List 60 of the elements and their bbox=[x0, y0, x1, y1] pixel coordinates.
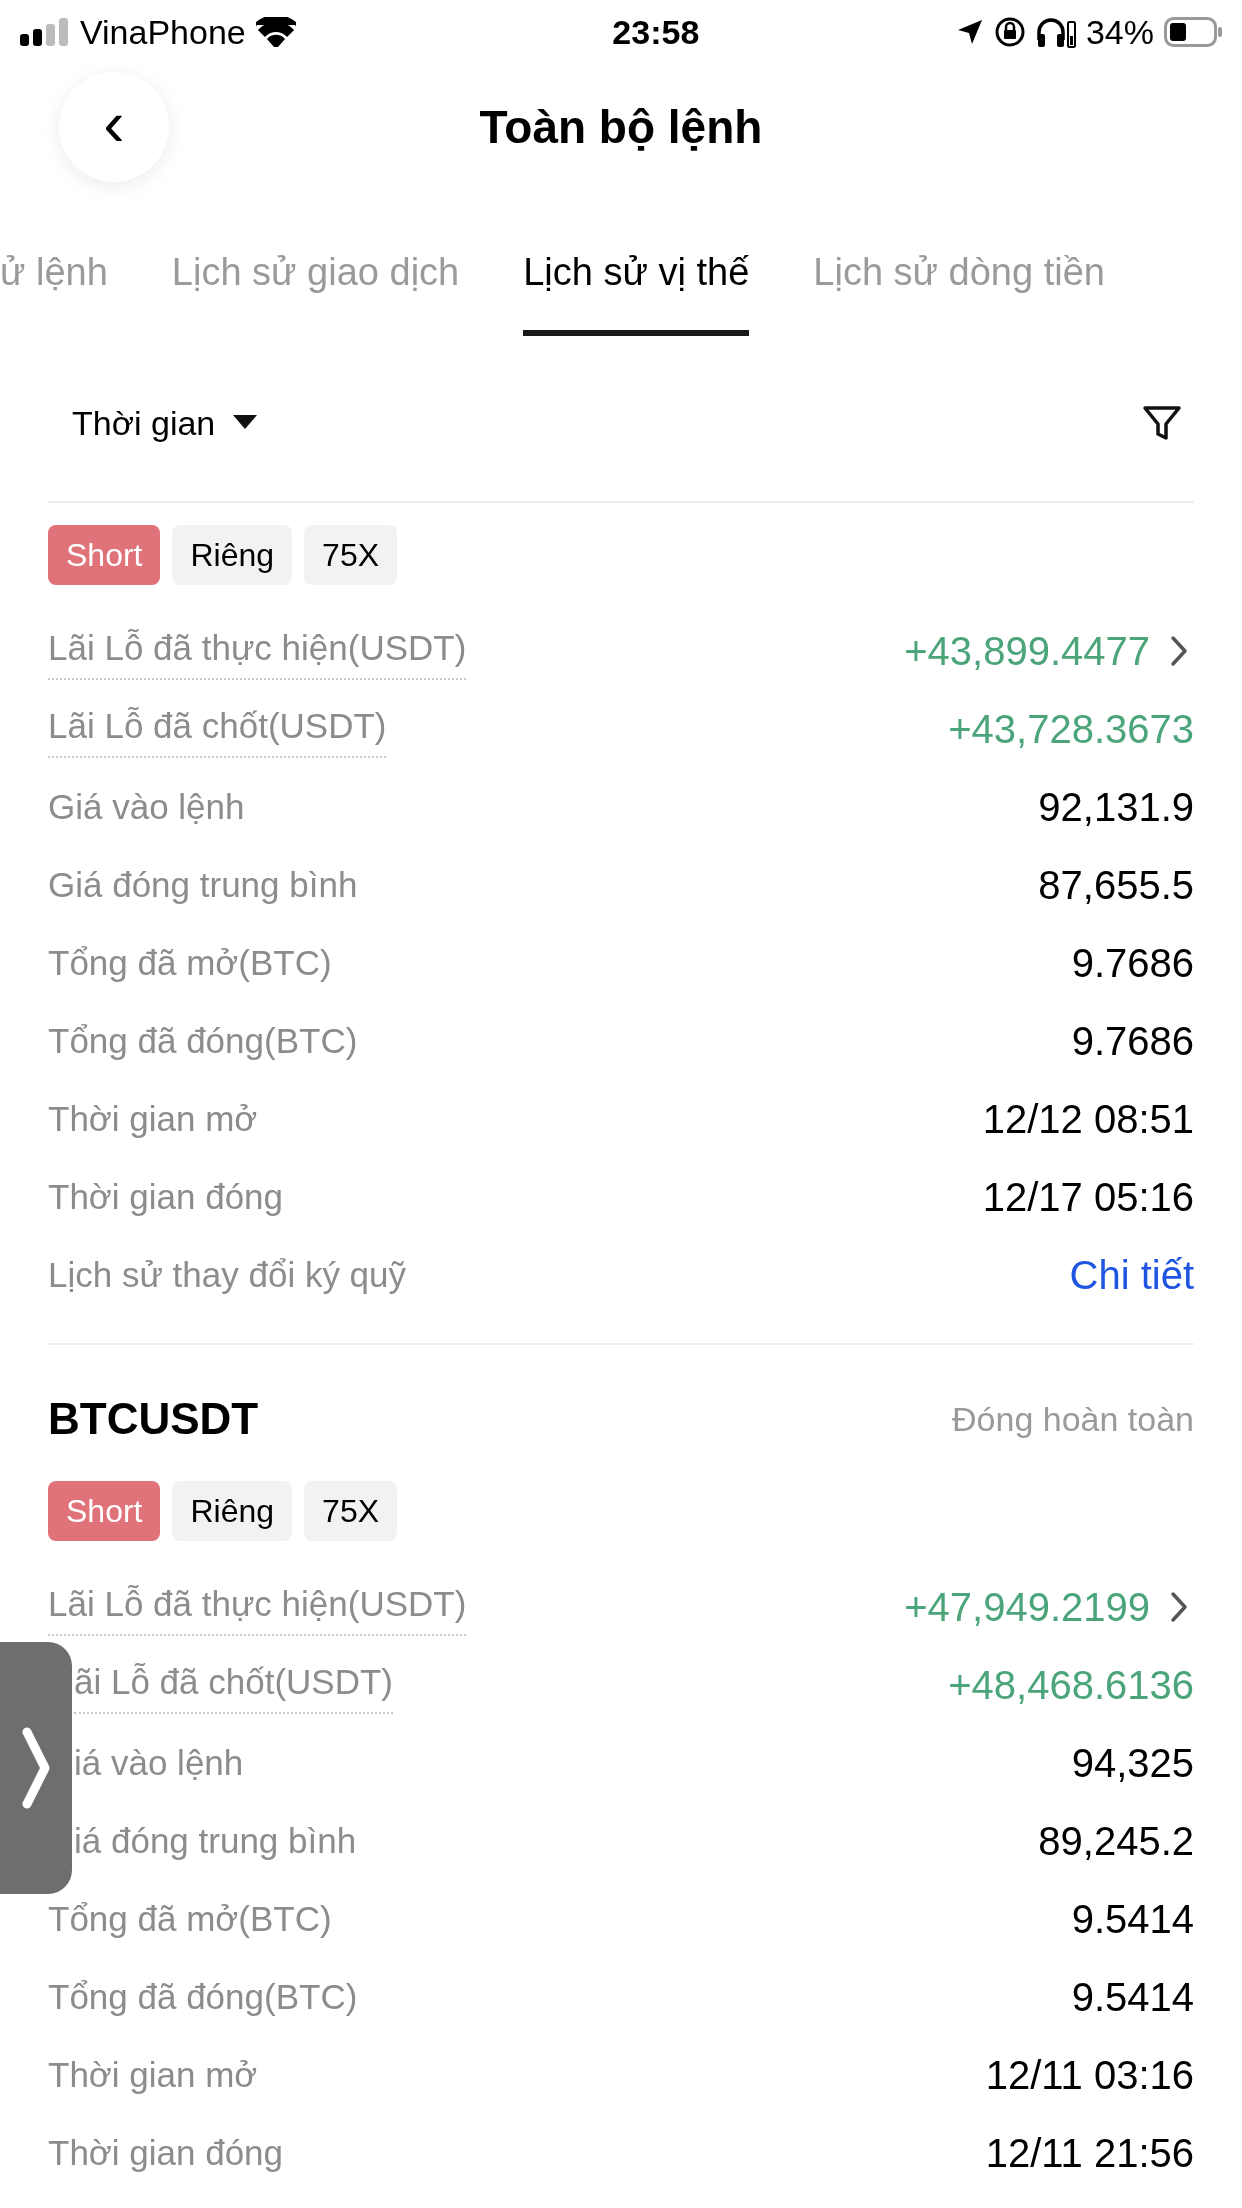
tag: Short bbox=[48, 1481, 161, 1541]
chevron-right-icon[interactable] bbox=[1170, 1591, 1188, 1623]
time-filter-dropdown[interactable]: Thời gian bbox=[72, 397, 258, 449]
field-label: Tổng đã mở(BTC) bbox=[48, 941, 332, 984]
rotation-lock-icon bbox=[993, 16, 1026, 48]
field-label: Thời gian mở bbox=[48, 2053, 258, 2096]
tag: 75X bbox=[304, 1481, 398, 1541]
field-value: 89,245.2 bbox=[1038, 1818, 1194, 1865]
symbol-name: BTCUSDT bbox=[48, 1393, 259, 1445]
field-value: 12/12 08:51 bbox=[982, 1096, 1194, 1143]
tag: Riêng bbox=[172, 525, 293, 585]
headphones-icon bbox=[1035, 16, 1076, 48]
field-label: Lãi Lỗ đã thực hiện(USDT) bbox=[48, 1577, 467, 1637]
field-value: 94,325 bbox=[1071, 1740, 1194, 1787]
field-value: 12/11 21:56 bbox=[985, 2130, 1194, 2177]
field-label: ãi Lỗ đã chốt(USDT) bbox=[74, 1655, 394, 1715]
position-status: Đóng hoàn toàn bbox=[952, 1398, 1194, 1440]
side-handle[interactable] bbox=[0, 1642, 72, 1894]
back-button[interactable]: ‹ bbox=[59, 72, 169, 182]
field-label: iá đóng trung bình bbox=[74, 1819, 357, 1862]
tag: Riêng bbox=[172, 1481, 293, 1541]
battery-icon bbox=[1164, 17, 1222, 47]
field-label: Tổng đã đóng(BTC) bbox=[48, 1975, 358, 2018]
field-value: 9.5414 bbox=[1071, 1974, 1194, 2021]
field-value: 9.7686 bbox=[1071, 940, 1194, 987]
field-label: Thời gian mở bbox=[48, 1097, 258, 1140]
dropdown-caret-icon bbox=[233, 415, 258, 431]
wifi-icon bbox=[255, 17, 296, 47]
field-value: +43,728.3673 bbox=[948, 706, 1194, 753]
field-value: +48,468.6136 bbox=[948, 1662, 1194, 1709]
field-value: 9.5414 bbox=[1071, 1896, 1194, 1943]
page-title: Toàn bộ lệnh bbox=[479, 99, 763, 155]
field-label: Thời gian đóng bbox=[48, 2131, 284, 2174]
signal-icon bbox=[20, 18, 70, 46]
field-label: Tổng đã đóng(BTC) bbox=[48, 1019, 358, 1062]
field-label: Lịch sử thay đổi ký quỹ bbox=[48, 1253, 407, 1296]
field-value: 92,131.9 bbox=[1038, 784, 1194, 831]
field-label: Giá đóng trung bình bbox=[48, 863, 358, 906]
carrier-name: VinaPhone bbox=[80, 11, 246, 53]
field-value: +43,899.4477 bbox=[904, 628, 1150, 675]
battery-percent: 34% bbox=[1085, 11, 1154, 53]
clock-time: 23:58 bbox=[612, 11, 700, 53]
field-value: 87,655.5 bbox=[1038, 862, 1194, 909]
field-label: Tổng đã mở(BTC) bbox=[48, 1897, 332, 1940]
field-value: 12/17 05:16 bbox=[982, 1174, 1194, 1221]
chevron-right-icon bbox=[21, 1726, 51, 1810]
tag: 75X bbox=[304, 525, 398, 585]
field-label: Lãi Lỗ đã thực hiện(USDT) bbox=[48, 621, 467, 681]
details-link[interactable]: Chi tiết bbox=[1069, 1245, 1194, 1305]
field-label: Giá vào lệnh bbox=[48, 785, 245, 828]
tab[interactable]: Lịch sử vị thế bbox=[523, 236, 750, 336]
field-value: +47,949.2199 bbox=[904, 1584, 1150, 1631]
field-value: 12/11 03:16 bbox=[985, 2052, 1194, 2099]
filter-icon[interactable] bbox=[1142, 403, 1182, 443]
field-label: Lãi Lỗ đã chốt(USDT) bbox=[48, 699, 387, 759]
tag: Short bbox=[48, 525, 161, 585]
field-label: Thời gian đóng bbox=[48, 1175, 284, 1218]
field-label: iá vào lệnh bbox=[74, 1741, 244, 1784]
field-value: 9.7686 bbox=[1071, 1018, 1194, 1065]
chevron-right-icon[interactable] bbox=[1170, 635, 1188, 667]
